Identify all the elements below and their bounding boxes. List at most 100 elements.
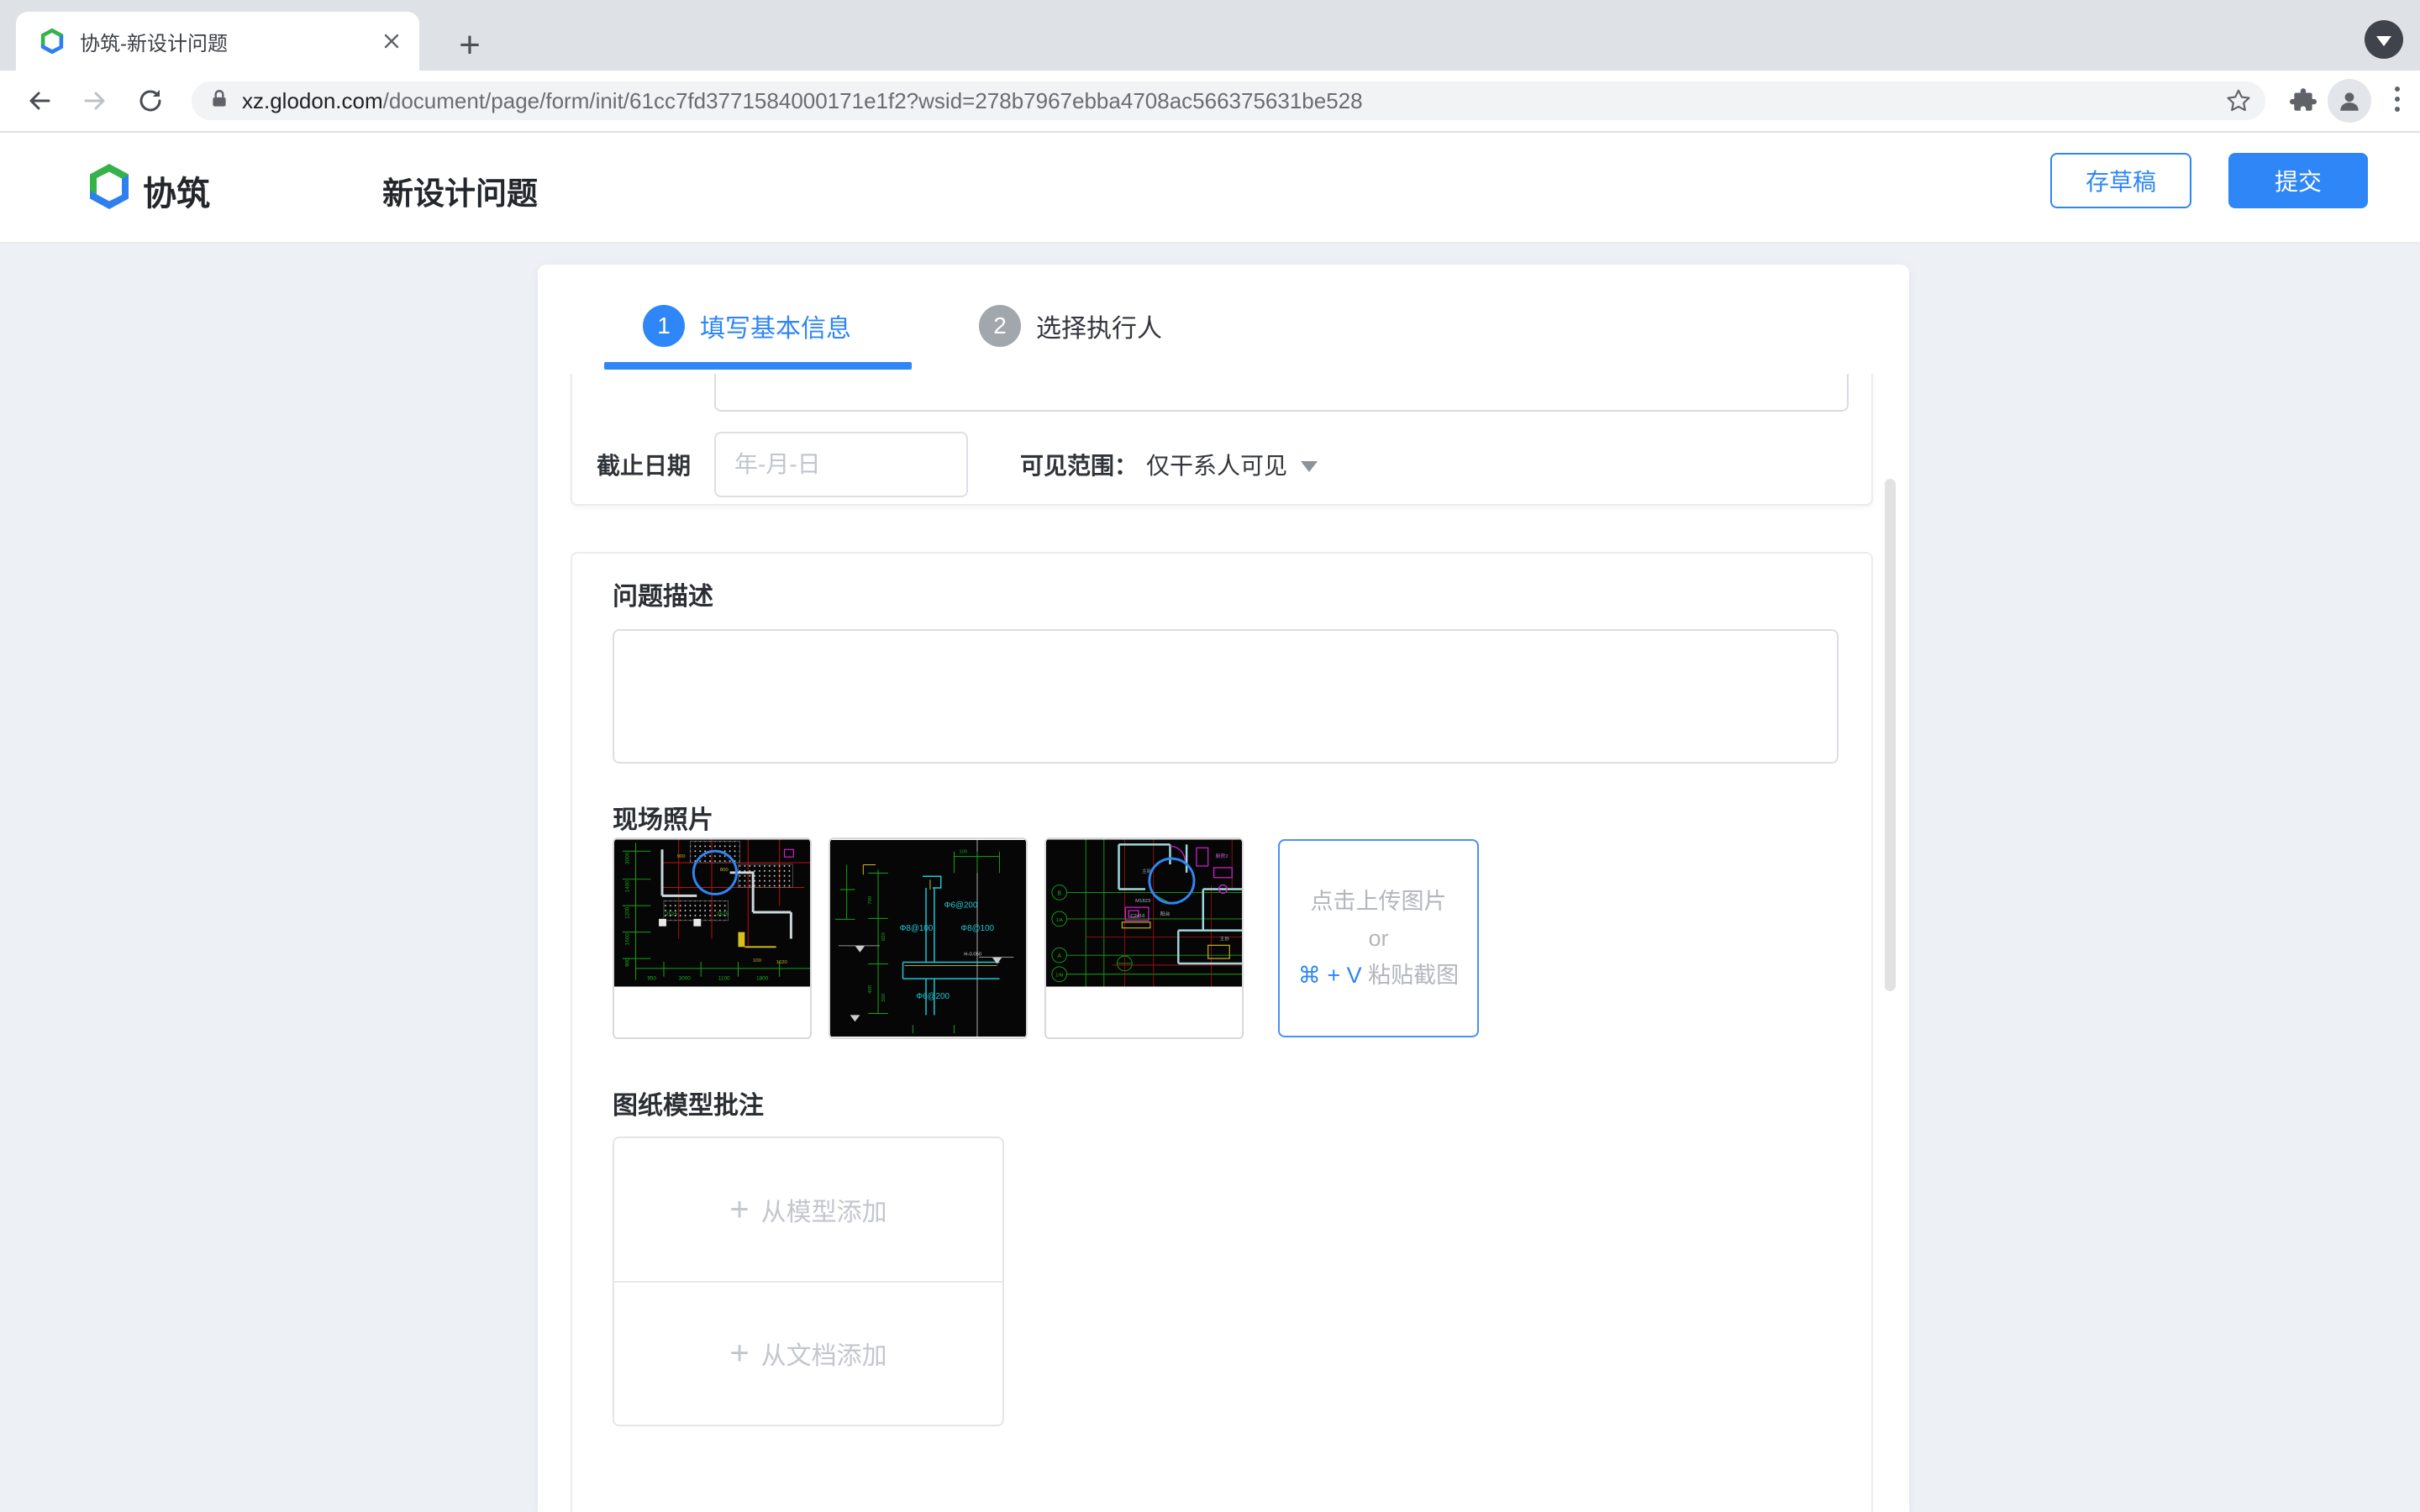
form-scroll-area: 截止日期 可见范围： 仅干系人可见 问题描述 现场照片 <box>538 374 1909 1512</box>
chevron-down-icon <box>2376 36 2391 46</box>
description-textarea[interactable] <box>613 629 1839 764</box>
lock-icon <box>208 88 230 114</box>
rebar-label: Φ6@200 <box>944 901 978 911</box>
tab-search-button[interactable] <box>2365 20 2403 59</box>
cad-dim-label: 800 <box>720 868 729 873</box>
visibility-label: 可见范围： <box>1020 448 1138 481</box>
url-host: xz.glodon.com <box>242 88 383 113</box>
cad-dim-label: 1400 <box>625 880 631 893</box>
browser-menu-icon[interactable] <box>2395 87 2402 112</box>
reload-icon[interactable] <box>136 87 165 115</box>
caret-down-icon <box>1301 461 1318 472</box>
cad-plan2-thumbnail: B 1/A A 1/M <box>1046 839 1242 987</box>
rebar-label: Φ8@100 <box>960 924 994 933</box>
add-from-model-button[interactable]: + 从模型添加 <box>614 1138 1002 1283</box>
deadline-label: 截止日期 <box>597 448 714 481</box>
add-from-model-label: 从模型添加 <box>761 1191 887 1228</box>
extensions-puzzle-icon[interactable] <box>2289 87 2317 115</box>
inner-scrollbar-thumb[interactable] <box>1885 479 1896 991</box>
cad-plan-thumbnail: 3000 1400 1200 1600 900 950 3000 1100 18… <box>614 839 810 987</box>
back-icon[interactable] <box>25 87 54 115</box>
axis-label: 1/M <box>1055 974 1063 979</box>
browser-toolbar: xz.glodon.com/document/page/form/init/61… <box>0 71 2420 133</box>
upload-hint-or: or <box>1368 920 1388 957</box>
deadline-date-input[interactable] <box>714 432 968 497</box>
level-label: H-0.050 <box>964 953 982 958</box>
step-1-badge: 1 <box>643 305 685 347</box>
photo-thumbnail-3[interactable]: B 1/A A 1/M <box>1044 837 1244 1039</box>
plus-icon: + <box>729 1336 749 1370</box>
cad-dim-label: 900 <box>677 854 687 859</box>
bookmark-star-icon[interactable] <box>2225 87 2252 118</box>
cad-dim-label: 100 <box>753 958 762 963</box>
upload-hint-line1: 点击上传图片 <box>1311 883 1447 920</box>
axis-label: B <box>1057 890 1061 896</box>
visibility-dropdown[interactable]: 可见范围： 仅干系人可见 <box>1020 448 1318 481</box>
room-label: M1823 <box>1135 899 1151 904</box>
photos-label: 现场照片 <box>613 799 713 836</box>
tab-title: 协筑-新设计问题 <box>80 27 371 56</box>
paste-suffix: 粘贴截图 <box>1368 963 1459 988</box>
xiezhu-logo <box>87 163 131 214</box>
profile-avatar[interactable] <box>2328 79 2371 123</box>
cad-dim-label: 950 <box>647 976 656 982</box>
page-background: 1 填写基本信息 2 选择执行人 截止日期 可见范围： 仅干系人可见 <box>0 245 2420 1512</box>
add-from-document-button[interactable]: + 从文档添加 <box>614 1283 1002 1425</box>
axis-label: A <box>1057 953 1061 959</box>
photo-thumbnail-2[interactable]: 100 700 600 400 300 <box>829 837 1028 1039</box>
browser-tab-strip: 协筑-新设计问题 + <box>0 0 2420 71</box>
description-label: 问题描述 <box>613 575 713 612</box>
room-label: 厨房2 <box>1216 853 1228 859</box>
photo-thumbnail-1[interactable]: 3000 1400 1200 1600 900 950 3000 1100 18… <box>613 837 812 1039</box>
cad-dim-label: 1620 <box>776 960 788 965</box>
save-draft-button[interactable]: 存草稿 <box>2050 153 2191 208</box>
step-2-badge: 2 <box>979 305 1021 347</box>
photo-list: 3000 1400 1200 1600 900 950 3000 1100 18… <box>613 837 1479 1039</box>
new-tab-button[interactable]: + <box>446 22 493 69</box>
cad-dim-label: 3000 <box>625 852 631 864</box>
annotation-add-box: + 从模型添加 + 从文档添加 <box>613 1137 1004 1426</box>
plus-icon: + <box>729 1193 749 1226</box>
close-icon[interactable] <box>381 30 402 52</box>
deadline-row: 截止日期 可见范围： 仅干系人可见 <box>572 432 1871 497</box>
cad-dim-label: 700 <box>868 895 873 905</box>
issue-title-input[interactable] <box>714 374 1849 412</box>
plus-icon: + <box>459 24 481 66</box>
room-label: 阳台 <box>1160 911 1171 917</box>
annotation-label: 图纸模型批注 <box>613 1084 764 1121</box>
url-bar[interactable]: xz.glodon.com/document/page/form/init/61… <box>192 81 2265 120</box>
cad-dim-label: 300 <box>881 993 886 1002</box>
page-title: 新设计问题 <box>382 168 538 213</box>
step-1-label: 填写基本信息 <box>700 307 851 344</box>
upload-photo-dropzone[interactable]: 点击上传图片 or ⌘ + V 粘贴截图 <box>1278 839 1479 1037</box>
form-card: 1 填写基本信息 2 选择执行人 截止日期 可见范围： 仅干系人可见 <box>538 265 1909 1512</box>
forward-icon[interactable] <box>81 87 109 115</box>
cad-dim-label: 1100 <box>718 976 730 982</box>
app-header: 协筑 新设计问题 存草稿 提交 <box>0 133 2420 244</box>
axis-label: 1/A <box>1056 918 1063 923</box>
browser-tab[interactable]: 协筑-新设计问题 <box>16 12 419 71</box>
person-icon <box>2337 88 2362 113</box>
upload-hint-line2: ⌘ + V 粘贴截图 <box>1298 957 1459 994</box>
cad-dim-label: 100 <box>959 850 968 855</box>
cad-section-thumbnail: 100 700 600 400 300 <box>830 839 1026 1037</box>
submit-button[interactable]: 提交 <box>2228 153 2368 208</box>
rebar-label: Φ8@100 <box>900 924 934 933</box>
cad-dim-label: 1600 <box>625 933 631 946</box>
active-step-underline <box>604 362 912 370</box>
tab-step-2[interactable]: 2 选择执行人 <box>979 305 1162 347</box>
step-tabs: 1 填写基本信息 2 选择执行人 <box>643 305 1162 347</box>
xiezhu-logo-favicon <box>39 28 65 55</box>
tab-step-1[interactable]: 1 填写基本信息 <box>643 305 851 347</box>
basic-info-section: 截止日期 可见范围： 仅干系人可见 <box>571 374 1873 506</box>
cad-dim-label: 900 <box>625 958 631 967</box>
cad-dim-label: 1200 <box>625 906 631 919</box>
room-label: C2416 <box>1130 914 1145 919</box>
cad-dim-label: 3000 <box>679 976 692 982</box>
room-label: 主卧 <box>1219 935 1229 942</box>
detail-section: 问题描述 现场照片 <box>571 552 1873 1512</box>
cad-dim-label: 1800 <box>756 976 769 982</box>
brand-name: 协筑 <box>143 166 210 215</box>
add-from-document-label: 从文档添加 <box>761 1335 887 1372</box>
url-path: /document/page/form/init/61cc7fd37715840… <box>383 88 1363 113</box>
